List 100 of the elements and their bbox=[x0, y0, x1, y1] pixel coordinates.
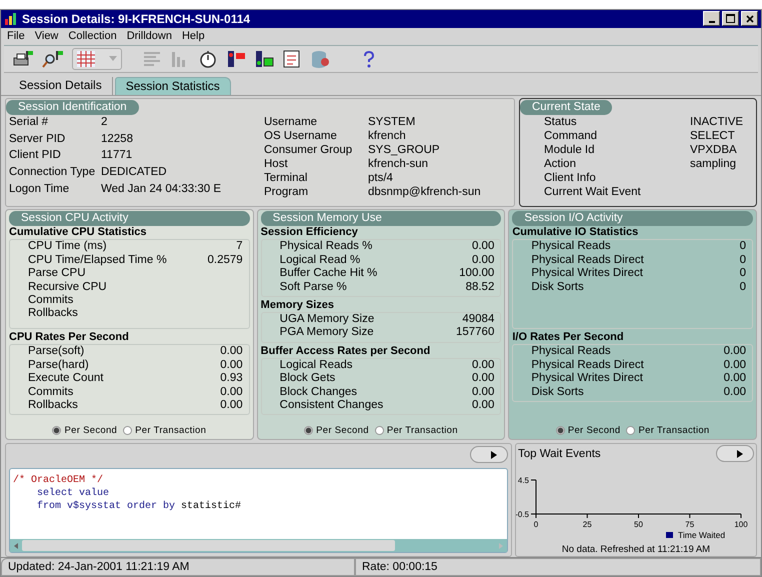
stopwatch-icon[interactable] bbox=[198, 50, 218, 68]
menu-item[interactable]: Drilldown bbox=[126, 30, 172, 42]
minimize-icon bbox=[708, 21, 714, 24]
menu-item[interactable]: Collection bbox=[68, 30, 117, 42]
stat-value: 100.00 bbox=[459, 267, 494, 281]
section-heading: Memory Sizes bbox=[260, 298, 334, 311]
field-value: VPXDBA bbox=[690, 142, 738, 157]
stat-value: 0.00 bbox=[724, 372, 746, 386]
field-label: Serial # bbox=[9, 114, 49, 130]
stat-label: Disk Sorts bbox=[531, 386, 584, 399]
sql-text-area[interactable]: /* OracleOEM */ select value from v$sysstat order by statistic# bbox=[9, 468, 508, 554]
field-value: sampling bbox=[690, 156, 738, 171]
grid-icon bbox=[77, 50, 95, 67]
stat-value: 0.00 bbox=[220, 345, 243, 359]
y-axis bbox=[530, 480, 536, 515]
field-label: Username bbox=[264, 114, 318, 129]
window-title: Session Details: 9I-KFRENCH-SUN-0114 bbox=[22, 12, 252, 26]
traffic-light-icon[interactable] bbox=[226, 50, 246, 68]
field-label: Action bbox=[544, 156, 577, 171]
radio-option[interactable]: Per Transaction bbox=[626, 425, 710, 436]
view-dropdown[interactable] bbox=[72, 48, 122, 70]
report-icon[interactable] bbox=[282, 50, 302, 68]
traffic-light-icon[interactable] bbox=[254, 50, 274, 68]
field-value: DEDICATED bbox=[101, 165, 168, 180]
x-tick-label: 75 bbox=[685, 520, 694, 530]
stat-label: Commits bbox=[28, 386, 74, 399]
stat-label: Rollbacks bbox=[28, 307, 78, 321]
status-text: Updated: 24-Jan-2001 11:21:19 AM bbox=[1, 558, 355, 576]
radio-option[interactable]: Per Second bbox=[304, 425, 369, 436]
field-value: 2 bbox=[101, 114, 108, 130]
radio-option[interactable]: Per Second bbox=[556, 425, 620, 436]
radio-option[interactable]: Per Transaction bbox=[374, 425, 458, 436]
stat-label: PGA Memory Size bbox=[280, 326, 374, 340]
field-label: Server PID bbox=[9, 132, 66, 147]
next-button[interactable] bbox=[470, 446, 508, 464]
stat-value: 0.00 bbox=[724, 358, 746, 372]
close-icon bbox=[746, 14, 754, 23]
close-button[interactable] bbox=[741, 11, 758, 26]
horizontal-scrollbar[interactable] bbox=[10, 539, 507, 552]
x-tick-label: 0 bbox=[534, 520, 538, 530]
stat-value: 0 bbox=[740, 267, 746, 281]
stat-label: CPU Time (ms) bbox=[28, 240, 107, 254]
stat-value: 0.00 bbox=[724, 386, 746, 399]
stat-value: 88.52 bbox=[466, 280, 494, 294]
stat-value: 0.00 bbox=[472, 398, 494, 412]
section-heading: Cumulative CPU Statistics bbox=[9, 226, 147, 238]
code-line: from v$sysstat order by statistic# bbox=[36, 500, 242, 514]
stat-label: Block Gets bbox=[280, 372, 336, 386]
stat-label: CPU Time/Elapsed Time % bbox=[28, 254, 167, 268]
stat-label: Physical Reads bbox=[531, 240, 611, 254]
field-label: Terminal bbox=[264, 170, 308, 185]
stat-label: Block Changes bbox=[280, 386, 358, 399]
help-icon[interactable] bbox=[362, 50, 376, 68]
field-label: Logon Time bbox=[9, 182, 70, 197]
printer-flag-icon[interactable] bbox=[12, 50, 34, 68]
radio-option[interactable]: Per Transaction bbox=[123, 425, 206, 436]
stat-value: 0.00 bbox=[472, 358, 494, 372]
status-text: Rate: 00:00:15 bbox=[355, 558, 761, 576]
stat-label: Recursive CPU bbox=[28, 280, 107, 294]
stat-value: 0.00 bbox=[472, 372, 494, 386]
magnifier-flag-icon[interactable] bbox=[42, 50, 64, 68]
stat-value: 0.93 bbox=[220, 372, 243, 386]
field-value: SYS_GROUP bbox=[368, 142, 441, 157]
field-label: Host bbox=[264, 156, 289, 171]
field-value: 12258 bbox=[101, 132, 134, 147]
code-line: /* OracleOEM */ bbox=[13, 474, 104, 488]
field-label: Status bbox=[544, 114, 578, 129]
field-value: pts/4 bbox=[368, 170, 394, 185]
scroll-thumb[interactable] bbox=[22, 540, 395, 552]
stat-label: Physical Writes Direct bbox=[531, 372, 643, 386]
stat-value: 0 bbox=[740, 254, 746, 268]
stat-value: 0.00 bbox=[220, 386, 243, 399]
maximize-button[interactable] bbox=[722, 11, 739, 26]
stat-label: Execute Count bbox=[28, 372, 104, 386]
panel-title: Current State bbox=[520, 100, 612, 115]
database-icon[interactable] bbox=[310, 50, 330, 68]
menu-item[interactable]: File bbox=[7, 30, 25, 42]
stat-label: Logical Reads bbox=[280, 358, 353, 372]
stat-value: 49084 bbox=[462, 312, 494, 326]
field-value: dbsnmp@kfrench-sun bbox=[368, 184, 481, 199]
chart-note: No data. Refreshed at 11:21:19 AM bbox=[560, 544, 712, 556]
stat-label: Physical Reads % bbox=[280, 240, 372, 254]
minimize-button[interactable] bbox=[703, 11, 720, 26]
field-label: Client PID bbox=[9, 148, 62, 164]
stat-label: Parse CPU bbox=[28, 267, 86, 281]
stat-value: 0.00 bbox=[724, 345, 746, 359]
maximize-icon bbox=[726, 14, 735, 24]
play-icon bbox=[491, 450, 497, 459]
menu-item[interactable]: View bbox=[34, 30, 58, 42]
field-label: Client Info bbox=[544, 170, 597, 185]
stat-label: Rollbacks bbox=[28, 398, 78, 412]
field-value: kfrench-sun bbox=[368, 156, 430, 171]
next-button[interactable] bbox=[716, 445, 754, 462]
panel-title: Session Identification bbox=[6, 100, 139, 115]
menu-item[interactable]: Help bbox=[182, 30, 205, 42]
tab[interactable]: Session Statistics bbox=[114, 76, 231, 95]
field-label: OS Username bbox=[264, 128, 338, 143]
radio-option[interactable]: Per Second bbox=[52, 425, 118, 436]
field-label: Consumer Group bbox=[264, 142, 354, 157]
y-tick-label: 4.5 bbox=[518, 476, 529, 486]
